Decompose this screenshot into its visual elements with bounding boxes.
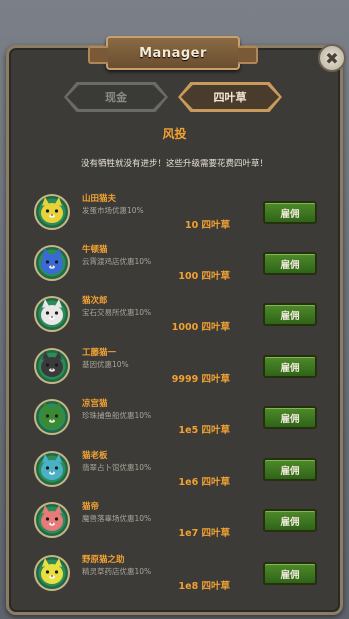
window-title: Manager <box>139 45 207 61</box>
manager-description: 宝石交易所优惠10% <box>82 308 152 317</box>
manager-cost: 10 四叶草 <box>184 220 230 231</box>
cat-avatar-icon <box>34 451 70 487</box>
manager-description: 基因优惠10% <box>82 360 129 369</box>
manager-description: 发蛋市场优惠10% <box>82 206 144 215</box>
game-screen: Manager ✖ 现金 四叶草 风投 没有牺牲就没有进步！这些升级需要花费四叶… <box>0 0 349 619</box>
manager-name: 猫次郎 <box>82 296 108 306</box>
close-icon: ✖ <box>325 48 339 68</box>
manager-description: 魔兽落辜场优惠10% <box>82 514 152 523</box>
manager-name: 野原猫之助 <box>82 555 125 565</box>
hire-button[interactable]: 雇佣 <box>263 562 317 585</box>
manager-name: 猫帝 <box>82 502 100 512</box>
hire-button[interactable]: 雇佣 <box>263 303 317 326</box>
manager-description: 精灵草药店优惠10% <box>82 567 152 576</box>
manager-row: 凉宫猫 珍珠捕鱼船优惠10% 1e5 四叶草 雇佣 <box>32 397 322 443</box>
hire-button[interactable]: 雇佣 <box>263 509 317 532</box>
cat-avatar-icon <box>34 555 70 591</box>
manager-row: 猫老板 翡翠占卜馆优惠10% 1e6 四叶草 雇佣 <box>32 449 322 495</box>
tab-clover[interactable]: 四叶草 <box>178 82 282 112</box>
cat-avatar-icon <box>34 399 70 435</box>
manager-row: 山田猫夫 发蛋市场优惠10% 10 四叶草 雇佣 <box>32 192 322 238</box>
manager-row: 工藤猫一 基因优惠10% 9999 四叶草 雇佣 <box>32 346 322 392</box>
manager-cost: 1e5 四叶草 <box>178 425 230 436</box>
hire-button-label: 雇佣 <box>280 413 300 425</box>
hire-button[interactable]: 雇佣 <box>263 355 317 378</box>
manager-row: 牛顿猫 云霄渡鸡店优惠10% 100 四叶草 雇佣 <box>32 243 322 289</box>
hire-button-label: 雇佣 <box>280 310 300 322</box>
hire-button[interactable]: 雇佣 <box>263 458 317 481</box>
manager-name: 工藤猫一 <box>82 348 117 358</box>
manager-cost: 1000 四叶草 <box>171 322 230 333</box>
manager-cost: 1e6 四叶草 <box>178 477 230 488</box>
manager-name: 牛顿猫 <box>82 245 108 255</box>
manager-description: 翡翠占卜馆优惠10% <box>82 463 152 472</box>
tab-clover-label: 四叶草 <box>213 91 247 104</box>
manager-name: 凉宫猫 <box>82 399 108 409</box>
close-button[interactable]: ✖ <box>318 44 346 72</box>
manager-cost: 1e8 四叶草 <box>178 581 230 592</box>
manager-row: 野原猫之助 精灵草药店优惠10% 1e8 四叶草 雇佣 <box>32 553 322 599</box>
cat-avatar-icon <box>34 502 70 538</box>
manager-cost: 100 四叶草 <box>178 271 230 282</box>
manager-row: 猫次郎 宝石交易所优惠10% 1000 四叶草 雇佣 <box>32 294 322 340</box>
header-plaque: Manager <box>88 36 258 70</box>
hire-button[interactable]: 雇佣 <box>263 201 317 224</box>
cat-avatar-icon <box>34 245 70 281</box>
hire-button-label: 雇佣 <box>280 516 300 528</box>
manager-name: 山田猫夫 <box>82 194 117 204</box>
hire-button[interactable]: 雇佣 <box>263 406 317 429</box>
section-title: 风投 <box>162 127 187 141</box>
tab-cash[interactable]: 现金 <box>64 82 168 112</box>
manager-row: 猫帝 魔兽落辜场优惠10% 1e7 四叶草 雇佣 <box>32 500 322 546</box>
manager-cost: 9999 四叶草 <box>171 374 230 385</box>
tab-cash-label: 现金 <box>105 91 127 104</box>
hire-button-label: 雇佣 <box>280 465 300 477</box>
hire-button-label: 雇佣 <box>280 362 300 374</box>
hire-button-label: 雇佣 <box>280 259 300 271</box>
cat-avatar-icon <box>34 194 70 230</box>
cat-avatar-icon <box>34 296 70 332</box>
hire-button-label: 雇佣 <box>280 569 300 581</box>
manager-description: 云霄渡鸡店优惠10% <box>82 257 152 266</box>
section-subtitle: 没有牺牲就没有进步！这些升级需要花费四叶草！ <box>80 159 268 169</box>
manager-cost: 1e7 四叶草 <box>178 528 230 539</box>
hire-button-label: 雇佣 <box>280 208 300 220</box>
manager-description: 珍珠捕鱼船优惠10% <box>82 411 152 420</box>
hire-button[interactable]: 雇佣 <box>263 252 317 275</box>
cat-avatar-icon <box>34 348 70 384</box>
manager-name: 猫老板 <box>82 451 108 461</box>
